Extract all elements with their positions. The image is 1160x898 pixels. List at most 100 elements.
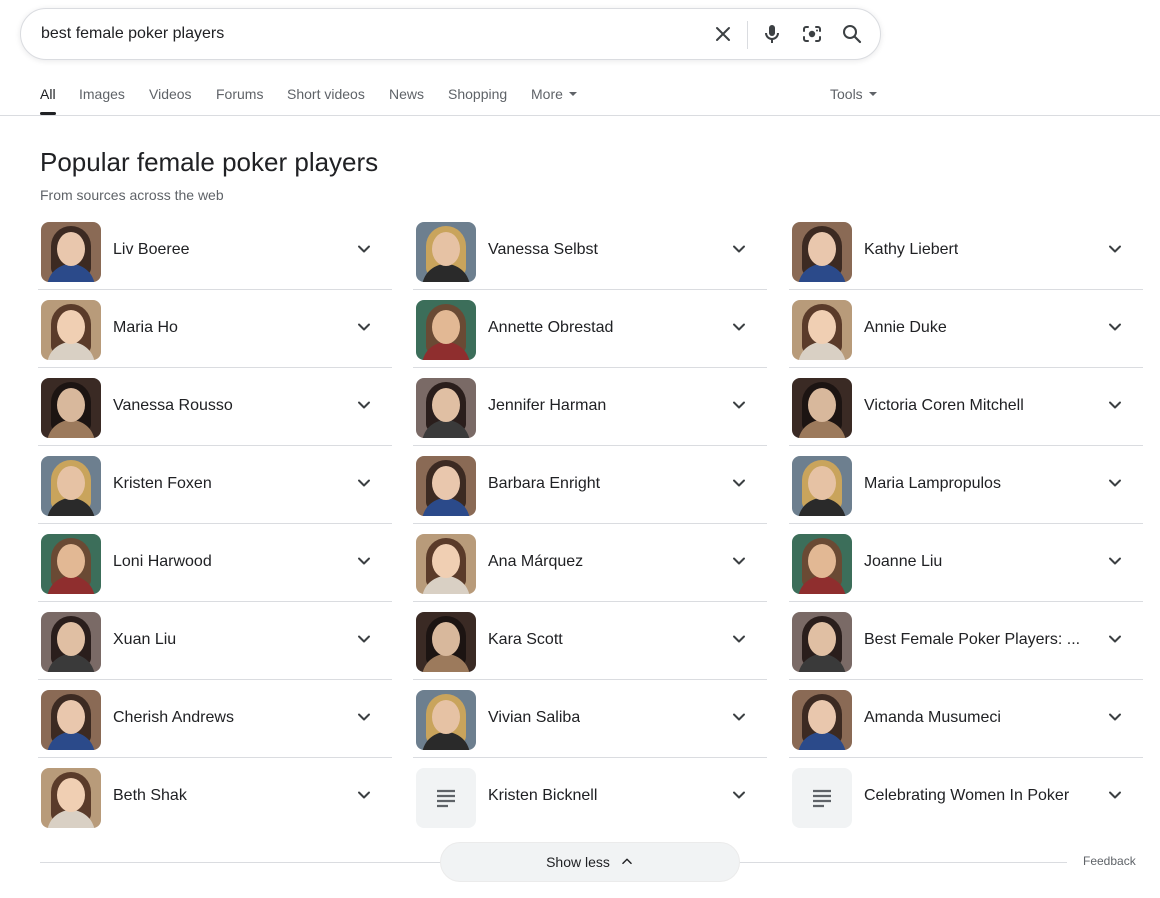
person-thumbnail (792, 612, 852, 672)
list-item[interactable]: Maria Ho (38, 290, 392, 368)
tab-all[interactable]: All (40, 86, 56, 102)
list-item[interactable]: Barbara Enright (413, 446, 767, 524)
tab-more[interactable]: More (531, 86, 577, 102)
list-item[interactable]: Kathy Liebert (789, 212, 1143, 290)
chevron-down-icon[interactable] (729, 473, 749, 493)
list-item[interactable]: Liv Boeree (38, 212, 392, 290)
chevron-down-icon[interactable] (1105, 551, 1125, 571)
chevron-down-icon[interactable] (729, 239, 749, 259)
list-item[interactable]: Xuan Liu (38, 602, 392, 680)
microphone-icon[interactable] (760, 22, 784, 46)
tools-button[interactable]: Tools (830, 86, 877, 102)
list-item[interactable]: Kara Scott (413, 602, 767, 680)
feedback-link[interactable]: Feedback (1083, 854, 1136, 868)
person-thumbnail (792, 378, 852, 438)
chevron-down-icon[interactable] (1105, 473, 1125, 493)
list-item[interactable]: Celebrating Women In Poker (789, 758, 1143, 836)
camera-lens-icon[interactable] (800, 22, 824, 46)
chevron-down-icon[interactable] (1105, 317, 1125, 337)
chevron-down-icon[interactable] (1105, 707, 1125, 727)
person-thumbnail (416, 612, 476, 672)
person-thumbnail (41, 534, 101, 594)
document-icon (416, 768, 476, 828)
person-thumbnail (416, 456, 476, 516)
list-item[interactable]: Amanda Musumeci (789, 680, 1143, 758)
person-thumbnail (41, 300, 101, 360)
person-thumbnail (792, 534, 852, 594)
list-item-name: Liv Boeree (113, 241, 190, 258)
panel-title: Popular female poker players (40, 147, 379, 177)
caret-down-icon (568, 92, 577, 97)
list-item[interactable]: Maria Lampropulos (789, 446, 1143, 524)
chevron-down-icon[interactable] (1105, 239, 1125, 259)
tab-images[interactable]: Images (79, 86, 125, 102)
person-thumbnail (416, 534, 476, 594)
tab-shopping[interactable]: Shopping (448, 86, 507, 102)
list-item-name: Ana Márquez (488, 553, 584, 570)
person-thumbnail (41, 690, 101, 750)
tab-forums[interactable]: Forums (216, 86, 263, 102)
chevron-down-icon[interactable] (354, 551, 374, 571)
panel-subtitle: From sources across the web (40, 187, 224, 203)
list-item-name: Victoria Coren Mitchell (864, 397, 1024, 414)
list-item-name: Amanda Musumeci (864, 709, 1001, 726)
list-item-name: Joanne Liu (864, 553, 943, 570)
chevron-down-icon[interactable] (729, 551, 749, 571)
list-item[interactable]: Annette Obrestad (413, 290, 767, 368)
list-item[interactable]: Vanessa Selbst (413, 212, 767, 290)
chevron-down-icon[interactable] (354, 317, 374, 337)
list-item[interactable]: Annie Duke (789, 290, 1143, 368)
chevron-down-icon[interactable] (1105, 629, 1125, 649)
tab-videos[interactable]: Videos (149, 86, 192, 102)
list-item[interactable]: Kristen Bicknell (413, 758, 767, 836)
person-thumbnail (41, 456, 101, 516)
chevron-down-icon[interactable] (729, 629, 749, 649)
chevron-down-icon[interactable] (1105, 785, 1125, 805)
show-less-button[interactable]: Show less (440, 842, 740, 882)
list-item-name: Best Female Poker Players: ... (864, 631, 1081, 648)
chevron-down-icon[interactable] (354, 785, 374, 805)
search-input[interactable] (41, 9, 681, 59)
person-thumbnail (792, 222, 852, 282)
chevron-down-icon[interactable] (354, 239, 374, 259)
list-item[interactable]: Cherish Andrews (38, 680, 392, 758)
list-item[interactable]: Vivian Saliba (413, 680, 767, 758)
person-thumbnail (792, 456, 852, 516)
person-thumbnail (792, 300, 852, 360)
chevron-down-icon[interactable] (729, 317, 749, 337)
chevron-down-icon[interactable] (354, 395, 374, 415)
person-thumbnail (416, 690, 476, 750)
person-thumbnail (41, 768, 101, 828)
tab-more-label: More (531, 86, 563, 102)
list-item[interactable]: Ana Márquez (413, 524, 767, 602)
list-item-name: Annie Duke (864, 319, 947, 336)
chevron-down-icon[interactable] (1105, 395, 1125, 415)
list-item[interactable]: Vanessa Rousso (38, 368, 392, 446)
list-item-name: Xuan Liu (113, 631, 177, 648)
search-box[interactable] (20, 8, 881, 60)
chevron-down-icon[interactable] (354, 473, 374, 493)
list-item[interactable]: Best Female Poker Players: ... (789, 602, 1143, 680)
chevron-down-icon[interactable] (354, 629, 374, 649)
search-icon[interactable] (840, 22, 864, 46)
caret-down-icon (868, 92, 877, 97)
list-item-name: Barbara Enright (488, 475, 601, 492)
person-thumbnail (416, 300, 476, 360)
show-less-label: Show less (546, 854, 610, 870)
chevron-down-icon[interactable] (729, 395, 749, 415)
list-item-name: Vanessa Selbst (488, 241, 598, 258)
list-item[interactable]: Victoria Coren Mitchell (789, 368, 1143, 446)
list-item[interactable]: Kristen Foxen (38, 446, 392, 524)
list-item[interactable]: Loni Harwood (38, 524, 392, 602)
tab-short-videos[interactable]: Short videos (287, 86, 365, 102)
chevron-down-icon[interactable] (354, 707, 374, 727)
list-item[interactable]: Jennifer Harman (413, 368, 767, 446)
list-item[interactable]: Joanne Liu (789, 524, 1143, 602)
list-item-name: Cherish Andrews (113, 709, 234, 726)
results-column-3: Kathy Liebert Annie Duke Victoria Coren Mi… (789, 212, 1143, 836)
close-icon[interactable] (711, 22, 735, 46)
chevron-down-icon[interactable] (729, 707, 749, 727)
tab-news[interactable]: News (389, 86, 424, 102)
list-item[interactable]: Beth Shak (38, 758, 392, 836)
chevron-down-icon[interactable] (729, 785, 749, 805)
